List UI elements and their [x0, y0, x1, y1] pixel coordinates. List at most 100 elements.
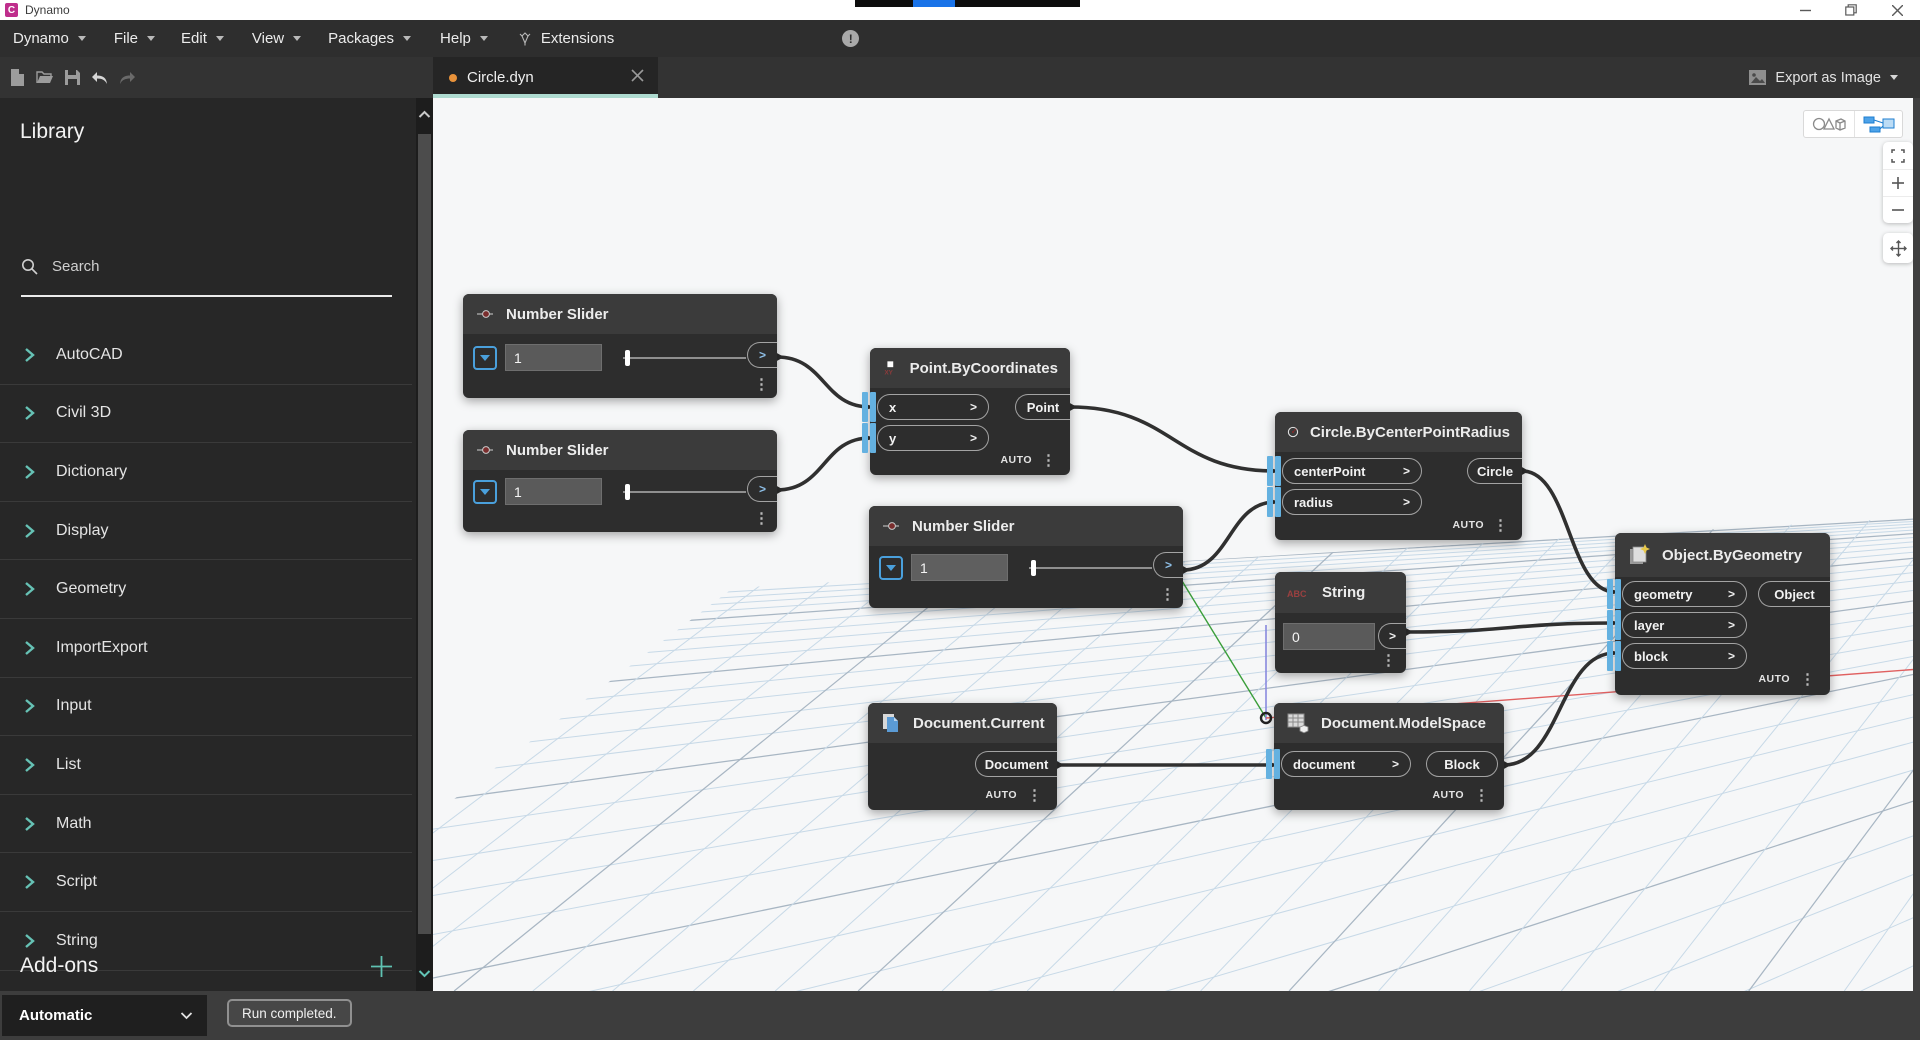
graph-canvas[interactable]: Number Slider > ⋮ Number Slider > ⋮	[433, 98, 1920, 991]
close-window-button[interactable]	[1874, 0, 1920, 20]
node-header[interactable]: Number Slider	[869, 506, 1183, 546]
input-port-radius[interactable]: radius>	[1282, 489, 1422, 515]
slider-options-dropdown[interactable]	[473, 346, 497, 370]
output-port-point[interactable]: Point	[1015, 394, 1070, 420]
export-as-image-button[interactable]: Export as Image	[1749, 70, 1898, 86]
restore-button[interactable]	[1828, 0, 1874, 20]
node-context-menu[interactable]: ⋮	[754, 378, 769, 392]
input-port-geometry[interactable]: geometry>	[1622, 581, 1747, 607]
run-mode-select[interactable]: Automatic	[2, 995, 207, 1036]
output-port-document[interactable]: Document	[975, 751, 1057, 777]
node-string[interactable]: ABC String > ⋮	[1275, 572, 1406, 673]
node-object-bygeometry[interactable]: Object.ByGeometry geometry> layer> block…	[1615, 533, 1830, 695]
wire-slider2-to-point-y[interactable]	[777, 438, 870, 490]
sidebar-item-script[interactable]: Script	[0, 853, 412, 912]
undo-button[interactable]	[91, 71, 108, 85]
sidebar-item-list[interactable]: List	[0, 736, 412, 795]
output-port-block[interactable]: Block	[1426, 751, 1498, 777]
input-port-centerpoint[interactable]: centerPoint>	[1282, 458, 1422, 484]
menu-view[interactable]: View	[252, 30, 301, 47]
node-header[interactable]: Number Slider	[463, 430, 777, 470]
sidebar-item-importexport[interactable]: ImportExport	[0, 619, 412, 678]
sidebar-item-civil3d[interactable]: Civil 3D	[0, 385, 412, 444]
input-port-block[interactable]: block>	[1622, 643, 1747, 669]
menu-file[interactable]: File	[114, 30, 155, 47]
output-port[interactable]: >	[747, 476, 777, 502]
node-header[interactable]: ABC String	[1275, 572, 1406, 613]
output-port[interactable]: >	[1378, 623, 1406, 649]
menu-dynamo[interactable]: Dynamo	[13, 30, 86, 47]
menu-packages[interactable]: Packages	[328, 30, 411, 47]
node-context-menu[interactable]: ⋮	[754, 512, 769, 526]
input-port-document[interactable]: document>	[1281, 751, 1411, 777]
node-circle-bycenterpointradius[interactable]: Circle.ByCenterPointRadius centerPoint> …	[1275, 412, 1522, 540]
node-header[interactable]: Circle.ByCenterPointRadius	[1275, 412, 1522, 452]
tab-circle-dyn[interactable]: Circle.dyn	[433, 57, 658, 98]
graph-view-button[interactable]	[1854, 111, 1902, 137]
slider-handle[interactable]	[1031, 560, 1036, 576]
zoom-in-button[interactable]	[1883, 169, 1913, 196]
slider-value-input[interactable]	[505, 478, 602, 505]
wire-slider3-to-circle-radius[interactable]	[1183, 502, 1275, 570]
notifications-button[interactable]: !	[842, 30, 859, 47]
wire-modelspace-to-object-block[interactable]	[1504, 653, 1615, 765]
slider-handle[interactable]	[625, 484, 630, 500]
geometry-view-button[interactable]	[1804, 111, 1854, 137]
node-header[interactable]: Number Slider	[463, 294, 777, 334]
node-document-modelspace[interactable]: Document.ModelSpace document> Block AUTO…	[1274, 703, 1504, 810]
sidebar-item-math[interactable]: Math	[0, 795, 412, 854]
node-context-menu[interactable]: ⋮	[1160, 588, 1175, 602]
node-header[interactable]: Document.ModelSpace	[1274, 703, 1504, 743]
node-header[interactable]: Document.Current	[868, 703, 1057, 743]
node-context-menu[interactable]: ⋮	[1027, 789, 1042, 803]
redo-button[interactable]	[119, 71, 136, 85]
wire-circle-to-object-geometry[interactable]	[1522, 471, 1615, 592]
node-header[interactable]: Object.ByGeometry	[1615, 533, 1830, 577]
sidebar-item-geometry[interactable]: Geometry	[0, 560, 412, 619]
minimize-button[interactable]	[1782, 0, 1828, 20]
node-context-menu[interactable]: ⋮	[1381, 654, 1396, 668]
wire-string-to-object-layer[interactable]	[1406, 623, 1615, 632]
node-header[interactable]: XY Point.ByCoordinates	[870, 348, 1070, 388]
fit-to-screen-button[interactable]	[1883, 142, 1913, 169]
sidebar-item-display[interactable]: Display	[0, 502, 412, 561]
output-port-object[interactable]: Object	[1758, 581, 1830, 607]
slider-handle[interactable]	[625, 350, 630, 366]
output-port[interactable]: >	[747, 342, 777, 368]
slider-track[interactable]	[1029, 567, 1152, 569]
menu-help[interactable]: Help	[440, 30, 488, 47]
node-context-menu[interactable]: ⋮	[1800, 673, 1815, 687]
pan-button[interactable]	[1883, 233, 1913, 263]
slider-options-dropdown[interactable]	[473, 480, 497, 504]
node-context-menu[interactable]: ⋮	[1041, 454, 1056, 468]
node-point-bycoordinates[interactable]: XY Point.ByCoordinates x> y> Point AUTO …	[870, 348, 1070, 475]
slider-track[interactable]	[623, 491, 746, 493]
save-button[interactable]	[65, 70, 80, 85]
scroll-up-icon[interactable]	[418, 106, 431, 124]
input-port-y[interactable]: y>	[877, 425, 989, 451]
wire-point-to-circle-centerpoint[interactable]	[1070, 407, 1275, 471]
node-number-slider-2[interactable]: Number Slider > ⋮	[463, 430, 777, 532]
input-port-x[interactable]: x>	[877, 394, 989, 420]
scroll-down-icon[interactable]	[418, 965, 431, 983]
slider-value-input[interactable]	[505, 344, 602, 371]
sidebar-scrollbar[interactable]	[416, 98, 433, 991]
menu-extensions[interactable]: Extensions	[518, 30, 614, 47]
node-number-slider-3[interactable]: Number Slider > ⋮	[869, 506, 1183, 608]
node-number-slider-1[interactable]: Number Slider > ⋮	[463, 294, 777, 398]
scrollbar-thumb[interactable]	[418, 134, 431, 934]
output-port-circle[interactable]: Circle	[1467, 458, 1522, 484]
slider-options-dropdown[interactable]	[879, 556, 903, 580]
slider-track[interactable]	[623, 357, 746, 359]
sidebar-item-input[interactable]: Input	[0, 678, 412, 737]
sidebar-item-autocad[interactable]: AutoCAD	[0, 326, 412, 385]
string-value-input[interactable]	[1283, 623, 1375, 650]
slider-value-input[interactable]	[911, 554, 1008, 581]
open-folder-button[interactable]	[36, 70, 54, 85]
new-file-button[interactable]	[10, 69, 25, 86]
input-port-layer[interactable]: layer>	[1622, 612, 1747, 638]
tab-close-icon[interactable]	[631, 69, 644, 87]
search-input[interactable]	[52, 258, 332, 275]
menu-edit[interactable]: Edit	[181, 30, 224, 47]
node-context-menu[interactable]: ⋮	[1493, 519, 1508, 533]
